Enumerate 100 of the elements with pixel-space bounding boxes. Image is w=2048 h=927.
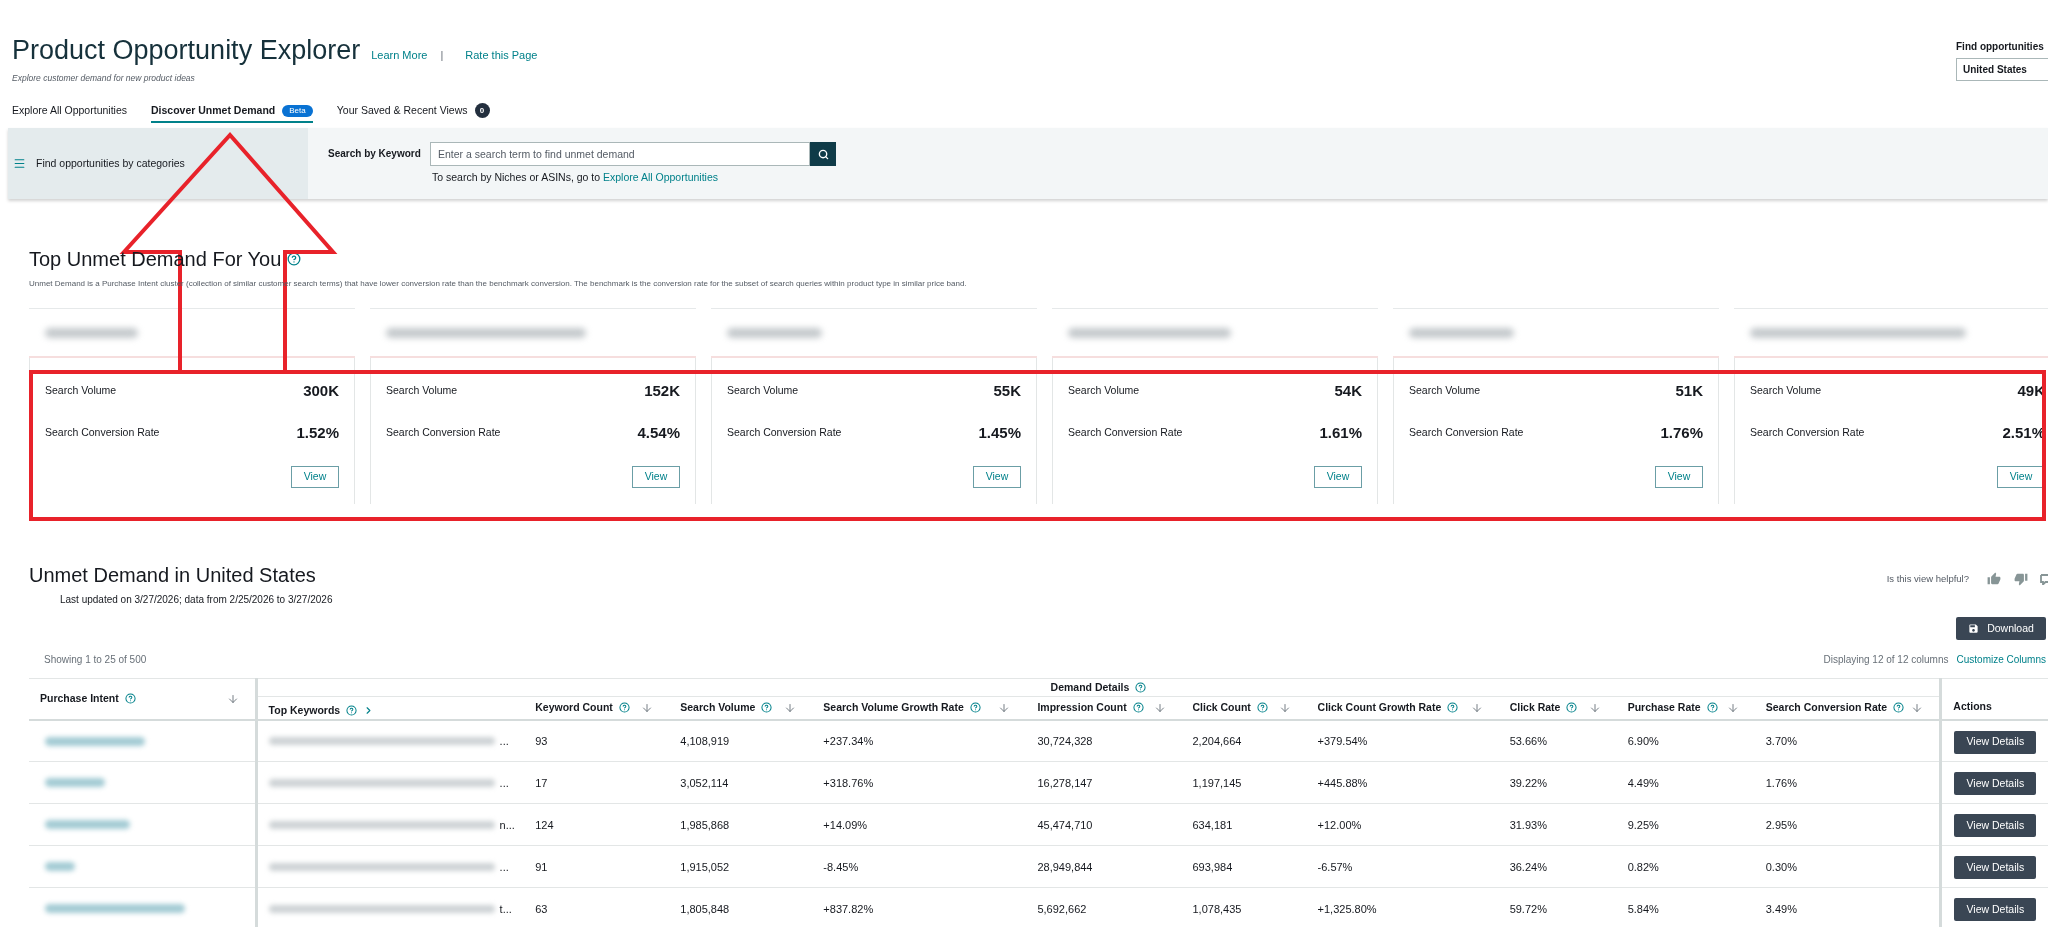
save-icon <box>1968 623 1980 634</box>
help-icon[interactable] <box>761 702 773 714</box>
view-details-button[interactable]: View Details <box>1954 898 2037 922</box>
sort-arrow-icon[interactable] <box>784 701 797 714</box>
sort-arrow-icon[interactable] <box>641 701 654 714</box>
sort-arrow-icon[interactable] <box>1726 701 1739 714</box>
table-cell: 0.30% <box>1754 845 1941 888</box>
table-cell: +14.09% <box>812 803 1027 846</box>
metric-label: Search Volume <box>1409 383 1481 399</box>
column-header[interactable]: Top Keywords <box>268 703 341 719</box>
results-count: Showing 1 to 25 of 500 <box>44 652 147 667</box>
help-icon[interactable] <box>1256 702 1268 714</box>
sort-arrow-icon[interactable] <box>1278 701 1291 714</box>
thumbs-up-icon[interactable] <box>1987 572 2001 586</box>
page-title: Product Opportunity Explorer <box>12 34 361 67</box>
view-button[interactable]: View <box>1314 466 1362 488</box>
help-icon[interactable] <box>1132 702 1144 714</box>
metric-label: Search Conversion Rate <box>727 425 842 441</box>
tab[interactable]: Discover Unmet Demand Beta <box>151 103 313 123</box>
view-button[interactable]: View <box>1655 466 1703 488</box>
metric-label: Search Conversion Rate <box>386 425 501 441</box>
table-cell: 93 <box>524 719 670 762</box>
metric-label: Search Volume <box>386 383 458 399</box>
metric-value: 1.45% <box>978 422 1021 443</box>
column-header[interactable]: Purchase Rate <box>1627 700 1701 716</box>
column-header[interactable]: Search Volume <box>680 700 756 716</box>
view-button[interactable]: View <box>1997 466 2045 488</box>
column-header[interactable]: Click Count Growth Rate <box>1317 700 1442 716</box>
table-cell: +12.00% <box>1306 803 1499 846</box>
metric-label: Search Conversion Rate <box>1750 425 1865 441</box>
column-header[interactable]: Search Volume Growth Rate <box>823 700 964 716</box>
sort-arrow-icon[interactable] <box>1153 701 1166 714</box>
column-header[interactable]: Search Conversion Rate <box>1765 700 1888 716</box>
table-cell: 3,052,114 <box>669 761 813 804</box>
table-cell: 36.24% <box>1498 845 1617 888</box>
sort-arrow-icon[interactable] <box>1588 701 1601 714</box>
metric-value: 1.61% <box>1319 422 1362 443</box>
metric-label: Search Volume <box>1750 383 1822 399</box>
table-cell: -6.57% <box>1306 845 1499 888</box>
metric-value: 152K <box>644 380 680 401</box>
table-cell: 45,474,710 <box>1026 803 1182 846</box>
column-header[interactable]: Impression Count <box>1037 700 1127 716</box>
help-icon[interactable] <box>1893 702 1905 714</box>
column-header[interactable]: Purchase Intent <box>40 691 119 707</box>
last-updated-text: Last updated on 3/27/2026; data from 2/25/2026 to 3/27/2026 <box>60 594 334 606</box>
help-icon[interactable] <box>969 702 981 714</box>
view-details-button[interactable]: View Details <box>1954 814 2037 838</box>
help-icon[interactable] <box>1447 702 1459 714</box>
search-field[interactable]: Enter a search term to find unmet demand <box>430 142 810 166</box>
view-details-button[interactable]: View Details <box>1954 856 2037 880</box>
help-icon[interactable] <box>1706 702 1718 714</box>
help-icon[interactable] <box>618 702 630 714</box>
view-details-button[interactable]: View Details <box>1954 730 2037 754</box>
table-cell: 1,197,145 <box>1181 761 1307 804</box>
column-header[interactable]: Keyword Count <box>535 700 613 716</box>
menu-icon[interactable] <box>13 157 26 170</box>
thumbs-down-icon[interactable] <box>2014 572 2028 586</box>
table-cell: 30,724,328 <box>1026 719 1182 762</box>
view-details-button[interactable]: View Details <box>1954 772 2037 796</box>
table-cell: 59.72% <box>1498 887 1617 927</box>
help-icon[interactable] <box>346 705 358 717</box>
tab[interactable]: Your Saved & Recent Views 0 <box>336 103 490 123</box>
table-cell: 5.84% <box>1616 887 1755 927</box>
count-badge: 0 <box>474 103 490 118</box>
help-icon[interactable] <box>1566 702 1578 714</box>
comment-icon[interactable] <box>2040 573 2048 585</box>
metric-label: Search Conversion Rate <box>1409 425 1524 441</box>
page-subtitle: Explore customer demand for new product ideas <box>12 73 196 84</box>
section-title: Unmet Demand in United States <box>29 563 316 587</box>
view-button[interactable]: View <box>973 466 1021 488</box>
sort-arrow-icon[interactable] <box>998 701 1011 714</box>
categories-button[interactable]: Find opportunities by categories <box>8 128 308 199</box>
explore-link[interactable]: Explore All Opportunities <box>603 171 718 183</box>
column-header[interactable]: Click Count <box>1192 700 1251 716</box>
sort-arrow-icon[interactable] <box>226 692 239 705</box>
tab[interactable]: Explore All Opportunities <box>12 103 127 123</box>
table-cell: 1,915,052 <box>669 845 813 888</box>
help-icon[interactable] <box>1135 682 1147 693</box>
help-icon[interactable] <box>124 693 136 705</box>
column-header[interactable]: Actions <box>1953 699 1992 715</box>
beta-badge: Beta <box>282 104 313 117</box>
table-cell: 63 <box>524 887 670 927</box>
customize-columns-link[interactable]: Customize Columns <box>1956 651 2046 667</box>
keywords-ellipsis: ... <box>499 859 509 875</box>
marketplace-dropdown[interactable]: United States <box>1956 58 2048 81</box>
help-icon[interactable] <box>287 252 302 266</box>
view-button[interactable]: View <box>632 466 680 488</box>
table-cell: 4.49% <box>1616 761 1755 804</box>
header-link[interactable]: Rate this Page <box>465 47 538 64</box>
sort-arrow-icon[interactable] <box>1911 701 1924 714</box>
download-button[interactable]: Download <box>1956 617 2046 640</box>
column-header[interactable]: Click Rate <box>1509 700 1561 716</box>
view-button[interactable]: View <box>291 466 339 488</box>
header-link[interactable]: Learn More <box>371 47 428 64</box>
table-cell: 17 <box>524 761 670 804</box>
table-cell: 4,108,919 <box>669 719 813 762</box>
table-cell: 28,949,844 <box>1026 845 1182 888</box>
table-cell: +837.82% <box>812 887 1027 927</box>
sort-arrow-icon[interactable] <box>1470 701 1483 714</box>
search-button[interactable] <box>810 142 836 166</box>
